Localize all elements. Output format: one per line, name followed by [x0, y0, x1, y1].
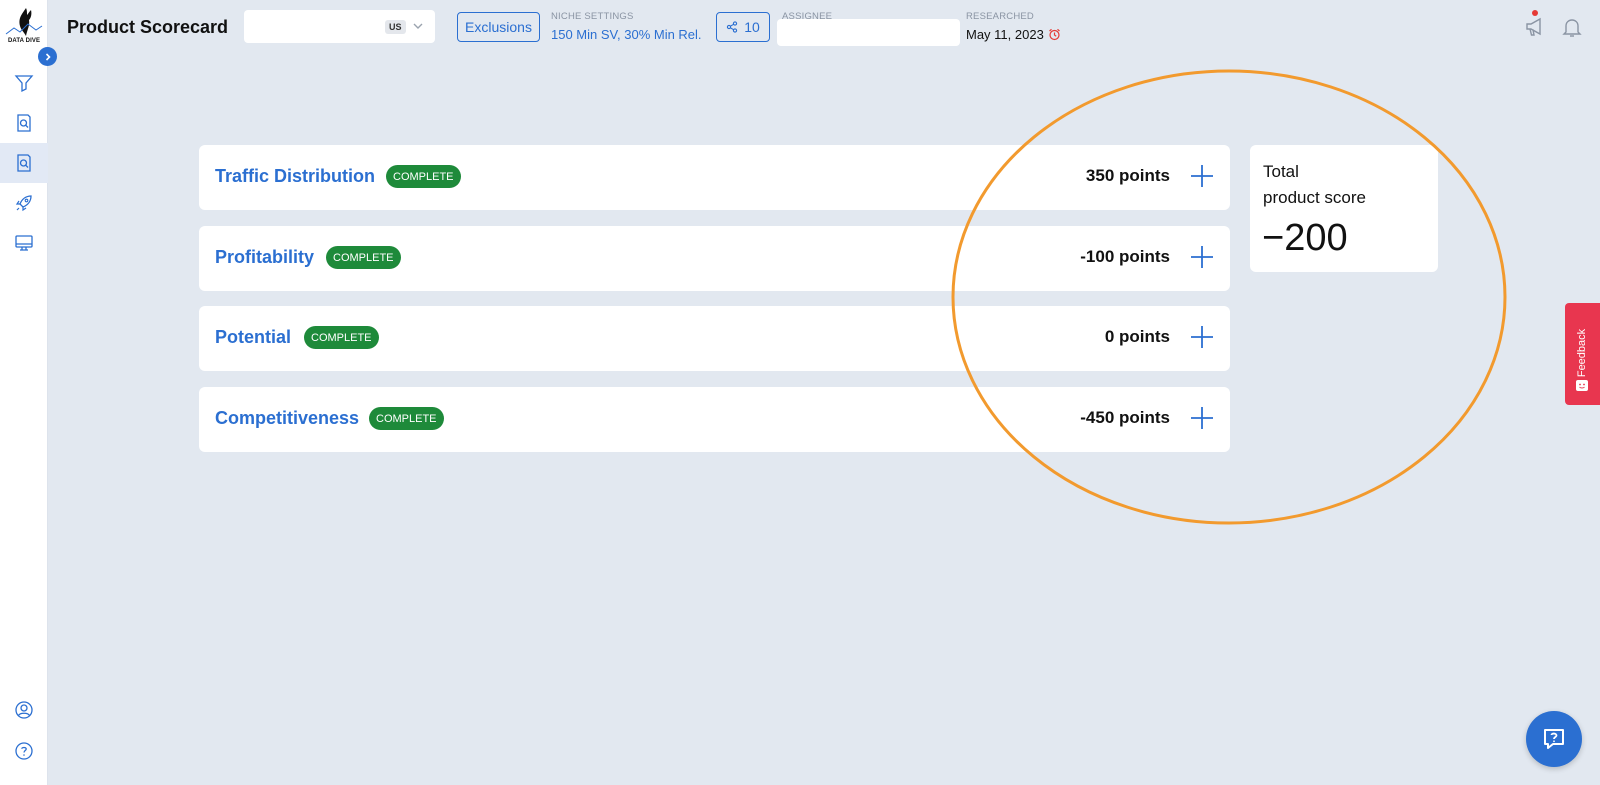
- chevron-down-icon: [413, 23, 423, 29]
- status-badge: COMPLETE: [369, 407, 444, 430]
- exclusions-button[interactable]: Exclusions: [457, 12, 540, 42]
- category-points: -100 points: [1080, 247, 1170, 266]
- support-chat-button[interactable]: [1526, 711, 1582, 767]
- sidebar: DATA DIVE: [0, 0, 57, 785]
- alarm-clock-icon[interactable]: [1048, 28, 1061, 41]
- rocket-icon: [15, 195, 32, 212]
- data-dive-logo[interactable]: DATA DIVE: [4, 6, 44, 48]
- category-card-profitability: Profitability COMPLETE -100 points: [199, 226, 1230, 291]
- megaphone-icon[interactable]: [1523, 15, 1547, 39]
- chevron-right-icon: [45, 52, 51, 61]
- total-score-value: −200: [1262, 217, 1348, 259]
- chat-question-icon: [1544, 729, 1564, 749]
- top-header: Product Scorecard US Exclusions NICHE SE…: [48, 0, 1600, 56]
- document-search-icon: [17, 114, 31, 132]
- total-score-label: Total product score: [1263, 159, 1433, 211]
- total-score-label-line2: product score: [1263, 188, 1366, 207]
- category-title[interactable]: Traffic Distribution: [215, 166, 375, 187]
- chat-smile-icon: [1576, 380, 1588, 391]
- feedback-tab[interactable]: Feedback: [1565, 303, 1600, 405]
- researched-label: RESEARCHED: [966, 11, 1034, 22]
- user-circle-icon: [15, 701, 33, 719]
- feedback-label: Feedback: [1576, 328, 1588, 378]
- category-card-competitiveness: Competitiveness COMPLETE -450 points: [199, 387, 1230, 452]
- sidebar-item-filter[interactable]: [0, 63, 48, 103]
- notification-dot: [1532, 10, 1538, 16]
- expand-plus-icon[interactable]: [1188, 323, 1216, 351]
- category-points: 350 points: [1085, 166, 1170, 185]
- category-points: -450 points: [1080, 408, 1170, 427]
- category-title[interactable]: Potential: [215, 327, 291, 348]
- filter-icon: [14, 75, 34, 93]
- document-search-icon: [17, 154, 31, 172]
- category-title[interactable]: Competitiveness: [215, 408, 359, 429]
- share-icon: [727, 21, 738, 33]
- researched-date-text: May 11, 2023: [966, 27, 1044, 42]
- expand-plus-icon[interactable]: [1188, 404, 1216, 432]
- niche-settings-value[interactable]: 150 Min SV, 30% Min Rel.: [551, 27, 702, 42]
- category-title[interactable]: Profitability: [215, 247, 314, 268]
- total-score-card: Total product score −200: [1250, 145, 1438, 272]
- annotation-ellipse: [951, 69, 1507, 525]
- product-select[interactable]: US: [244, 10, 435, 43]
- logo-text: DATA DIVE: [7, 38, 41, 44]
- expand-plus-icon[interactable]: [1188, 162, 1216, 190]
- status-badge: COMPLETE: [304, 326, 379, 349]
- category-card-potential: Potential COMPLETE 0 points: [199, 306, 1230, 371]
- sidebar-item-launch[interactable]: [0, 183, 48, 223]
- bell-icon[interactable]: [1560, 15, 1584, 39]
- country-badge: US: [385, 20, 406, 34]
- sidebar-item-monitor[interactable]: [0, 223, 48, 263]
- logo-icon: [5, 8, 43, 36]
- sidebar-expand-button[interactable]: [38, 47, 57, 66]
- monitor-icon: [15, 235, 33, 251]
- share-count: 10: [744, 19, 760, 35]
- help-circle-icon: [15, 742, 33, 760]
- sidebar-item-research[interactable]: [0, 103, 48, 143]
- expand-plus-icon[interactable]: [1188, 243, 1216, 271]
- sidebar-item-account[interactable]: [0, 690, 48, 730]
- researched-date: May 11, 2023: [966, 27, 1061, 42]
- category-card-traffic-distribution: Traffic Distribution COMPLETE 350 points: [199, 145, 1230, 210]
- sidebar-item-help[interactable]: [0, 731, 48, 771]
- category-points: 0 points: [1104, 327, 1170, 346]
- assignee-field[interactable]: [777, 19, 960, 46]
- sidebar-item-scorecard[interactable]: [0, 143, 48, 183]
- share-button[interactable]: 10: [716, 12, 770, 42]
- total-score-label-line1: Total: [1263, 162, 1299, 181]
- status-badge: COMPLETE: [326, 246, 401, 269]
- niche-settings-label: NICHE SETTINGS: [551, 11, 634, 22]
- status-badge: COMPLETE: [386, 165, 461, 188]
- page-title: Product Scorecard: [67, 17, 229, 37]
